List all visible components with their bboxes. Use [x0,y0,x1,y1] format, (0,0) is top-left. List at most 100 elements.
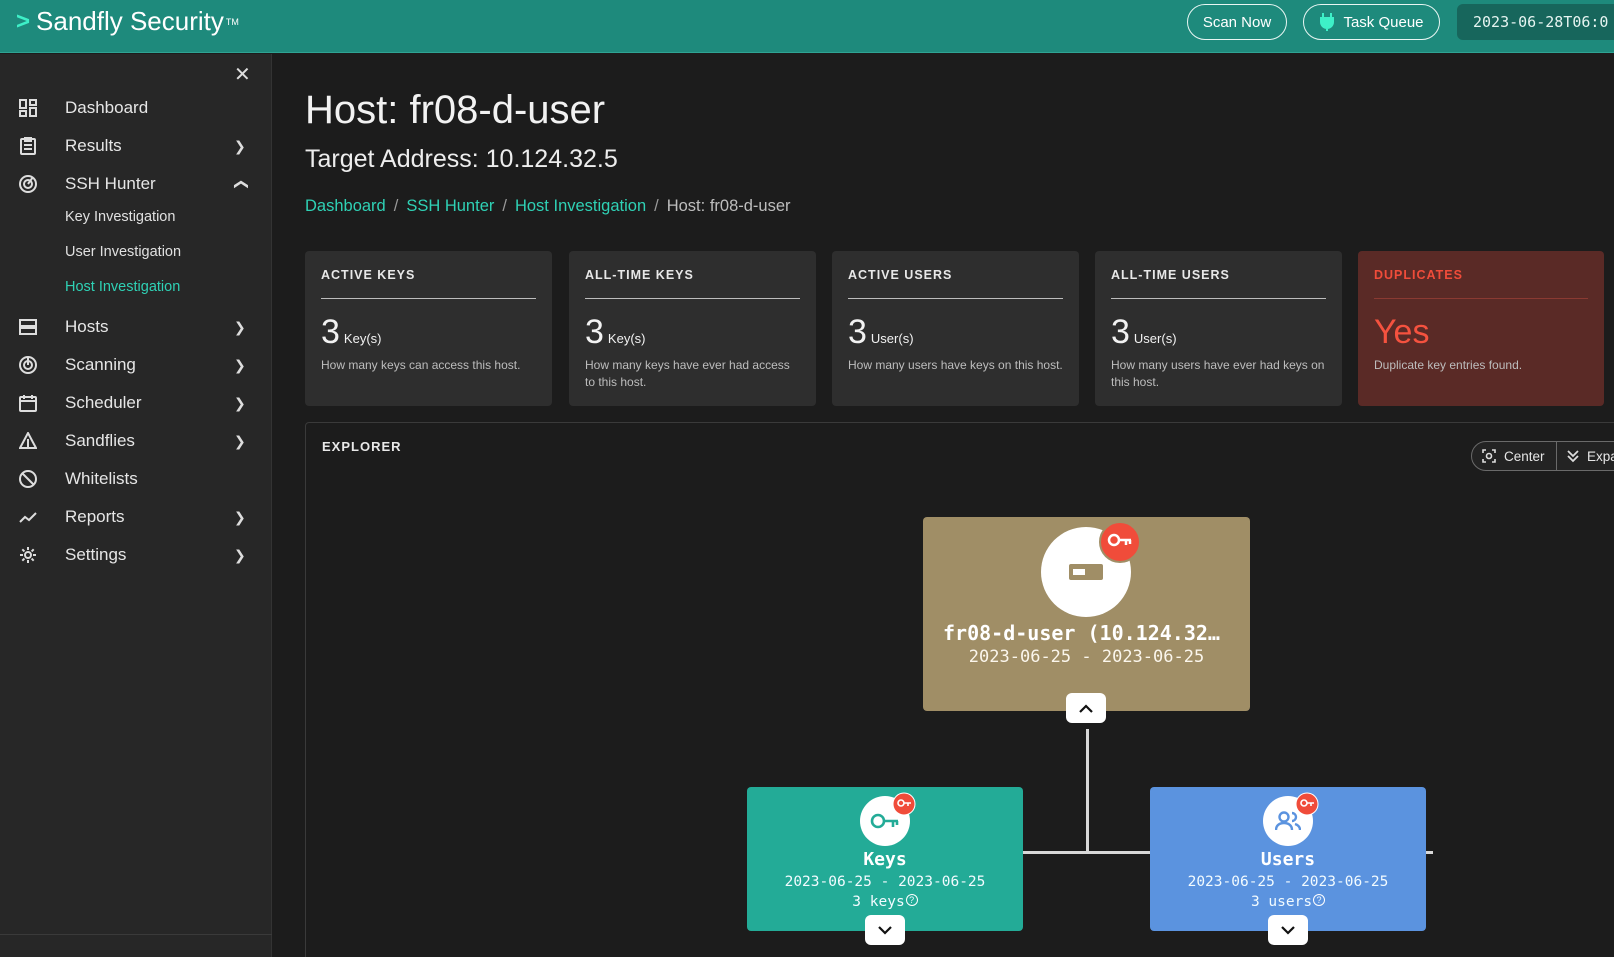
help-icon[interactable]: ? [905,894,918,906]
sidebar-item-reports[interactable]: Reports ❯ [0,498,272,536]
duplicate-key-badge-icon [892,792,916,816]
server-icon [1069,564,1103,580]
sandfly-icon [18,431,38,451]
dashboard-icon [18,98,38,118]
explorer-title: EXPLORER [322,439,402,454]
expand-button[interactable]: Expa [1556,441,1614,471]
sidebar-item-label: Scheduler [65,393,142,412]
chevron-right-icon: ❯ [234,356,246,373]
chevron-up-icon [1079,703,1093,713]
card-description: Duplicate key entries found. [1374,358,1523,372]
sidebar-subitem-user-investigation[interactable]: User Investigation [65,244,181,260]
brand-chevron-icon: > [16,7,31,35]
sidebar-item-label: Whitelists [65,469,138,488]
sidebar-item-label: SSH Hunter [65,174,156,193]
gear-icon [18,545,38,565]
scan-now-label: Scan Now [1202,13,1272,31]
sidebar-subitem-host-investigation[interactable]: Host Investigation [65,279,180,295]
sidebar-item-results[interactable]: Results ❯ [0,127,272,165]
close-icon[interactable]: ✕ [234,62,251,87]
sidebar-item-scheduler[interactable]: Scheduler ❯ [0,384,272,422]
sidebar-item-hosts[interactable]: Hosts ❯ [0,308,272,346]
chevron-right-icon: ❯ [234,546,246,563]
duplicate-key-badge-icon [1099,521,1141,563]
chevron-right-icon: ❯ [234,508,246,525]
breadcrumb-dashboard[interactable]: Dashboard [305,197,386,216]
collapse-host-button[interactable] [1066,693,1106,723]
expand-users-button[interactable] [1268,915,1308,945]
chevron-up-icon: ❯ [231,178,248,190]
card-header: ALL-TIME USERS [1111,268,1230,282]
expand-label: Expa [1587,448,1614,464]
sidebar-item-label: Scanning [65,355,136,374]
sidebar-item-label: Settings [65,545,127,564]
sidebar-item-label: Results [65,136,122,155]
host-node[interactable]: fr08-d-user (10.124.32.5) 2023-06-25 - 2… [923,517,1250,711]
users-node-range: 2023-06-25 - 2023-06-25 [1187,874,1389,890]
timestamp-display: 2023-06-28T06:0 [1457,4,1614,40]
expand-keys-button[interactable] [865,915,905,945]
breadcrumb-ssh-hunter[interactable]: SSH Hunter [406,197,494,216]
card-divider [848,298,1063,299]
center-button[interactable]: Center [1471,441,1557,471]
chevron-right-icon: ❯ [234,137,246,154]
users-node-name: Users [1260,849,1316,870]
users-node[interactable]: Users 2023-06-25 - 2023-06-25 3 users? [1150,787,1426,931]
card-divider [1111,298,1326,299]
clipboard-icon [18,136,38,156]
task-queue-button[interactable]: Task Queue [1303,4,1440,40]
keys-node-range: 2023-06-25 - 2023-06-25 [784,874,986,890]
host-node-name: fr08-d-user (10.124.32.5) [943,621,1245,645]
card-divider [585,298,800,299]
users-node-count: 3 users? [1150,894,1426,910]
page-title: Host: fr08-d-user [305,88,606,132]
card-duplicates: DUPLICATES Yes Duplicate key entries fou… [1358,251,1604,406]
card-header: ACTIVE USERS [848,268,953,282]
keys-node-name: Keys [863,849,907,870]
sidebar-subitem-key-investigation[interactable]: Key Investigation [65,209,175,225]
double-chevron-down-icon [1567,450,1579,463]
breadcrumb-host-investigation[interactable]: Host Investigation [515,197,646,216]
breadcrumb-current: Host: fr08-d-user [666,197,791,215]
sidebar-item-settings[interactable]: Settings ❯ [0,536,272,574]
card-divider [1374,298,1588,299]
sidebar-item-dashboard[interactable]: Dashboard [0,89,272,127]
sidebar-item-sandflies[interactable]: Sandflies ❯ [0,422,272,460]
breadcrumb-separator: / [654,197,659,215]
duplicate-key-badge-icon [1295,792,1319,816]
keys-node-count: 3 keys? [747,894,1023,910]
chevron-down-icon [878,925,892,935]
card-description: How many users have keys on this host. [848,358,1063,372]
sidebar-item-scanning[interactable]: Scanning ❯ [0,346,272,384]
sidebar-item-ssh-hunter[interactable]: SSH Hunter ❯ [0,165,272,203]
card-description: How many users have ever had keys on thi… [1111,358,1325,389]
brand-trademark: TM [225,16,239,27]
sidebar: ✕ Dashboard Results ❯ SSH Hunter ❯ Key I… [0,54,272,957]
sidebar-item-label: Dashboard [65,98,149,117]
keys-node[interactable]: Keys 2023-06-25 - 2023-06-25 3 keys? [747,787,1023,931]
card-all-time-keys: ALL-TIME KEYS 3 Key(s) How many keys have… [569,251,816,406]
brand-logo[interactable]: > Sandfly Security TM [16,6,239,37]
top-bar: > Sandfly Security TM Scan Now Task Queue… [0,0,1614,53]
server-icon [18,317,38,337]
connector-line [1086,729,1089,852]
calendar-icon [18,393,38,413]
sidebar-item-whitelists[interactable]: Whitelists [0,460,272,498]
breadcrumb-separator: / [393,197,399,215]
sidebar-divider [0,934,272,935]
sidebar-item-label: Sandflies [65,431,135,450]
block-icon [18,469,38,489]
card-value: 3 Key(s) [321,313,382,351]
card-unit: User(s) [1133,331,1177,346]
center-label: Center [1504,448,1545,464]
brand-name: Sandfly Security [36,6,224,36]
card-description: How many keys have ever had access to th… [585,358,790,389]
card-unit: Key(s) [607,331,646,346]
card-active-keys: ACTIVE KEYS 3 Key(s) How many keys can ac… [305,251,552,406]
explorer-panel: EXPLORER Center Expa fr08-d-user (10.124… [305,422,1614,957]
breadcrumb-separator: / [502,197,507,215]
plug-icon [1320,13,1335,31]
card-value: 3 User(s) [1111,313,1177,351]
help-icon[interactable]: ? [1313,894,1326,906]
scan-now-button[interactable]: Scan Now [1187,4,1287,40]
